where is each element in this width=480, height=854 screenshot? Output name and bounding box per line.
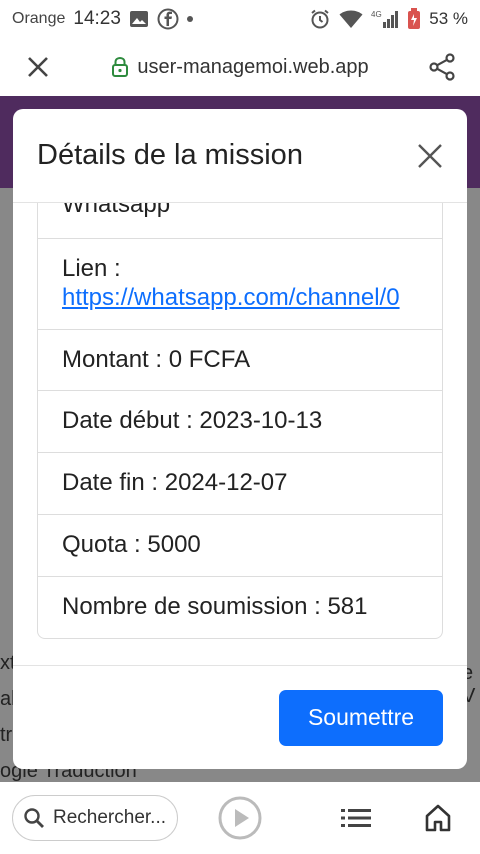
- signal-icon: 4G: [371, 9, 399, 29]
- list-item: Nombre de soumission : 581: [38, 577, 442, 638]
- mission-end-date: Date fin : 2024-12-07: [62, 469, 288, 497]
- play-icon: [218, 796, 262, 840]
- share-icon: [429, 53, 455, 81]
- notification-dot-icon: [186, 16, 193, 22]
- list-item: Quota : 5000: [38, 515, 442, 577]
- modal-close-button[interactable]: [413, 139, 447, 173]
- home-button[interactable]: [408, 788, 468, 848]
- submit-button[interactable]: Soumettre: [279, 689, 443, 746]
- status-bar: Orange 14:23 4G 53 %: [0, 0, 480, 38]
- clock: 14:23: [73, 8, 121, 29]
- modal-header: Détails de la mission: [13, 109, 467, 203]
- mission-link[interactable]: https://whatsapp.com/channel/0: [62, 284, 418, 313]
- mission-start-date: Date début : 2023-10-13: [62, 407, 323, 435]
- wifi-icon: [339, 9, 363, 29]
- list-icon: [341, 809, 371, 827]
- mission-quota: Quota : 5000: [62, 530, 201, 558]
- gallery-icon: [129, 9, 149, 29]
- list-item: Date fin : 2024-12-07: [38, 453, 442, 515]
- close-icon: [418, 144, 442, 168]
- list-item: Date début : 2023-10-13: [38, 391, 442, 454]
- mission-amount: Montant : 0 FCFA: [62, 345, 251, 373]
- list-item: Lien : https://whatsapp.com/channel/0: [38, 239, 442, 330]
- list-item: Montant : 0 FCFA: [38, 330, 442, 392]
- facebook-icon: [157, 8, 179, 30]
- battery-icon: [407, 8, 421, 30]
- play-button[interactable]: [210, 788, 270, 848]
- menu-list-button[interactable]: [326, 788, 386, 848]
- mission-platform: Whatsapp: [62, 203, 171, 218]
- mission-details-list: Whatsapp Lien : https://whatsapp.com/cha…: [37, 203, 443, 639]
- modal-footer: Soumettre: [13, 665, 467, 769]
- close-icon: [28, 57, 48, 77]
- mission-submission-count: Nombre de soumission : 581: [62, 592, 368, 620]
- modal-title: Détails de la mission: [37, 139, 303, 171]
- url-text: user-managemoi.web.app: [137, 55, 369, 78]
- search-placeholder: Rechercher...: [53, 807, 166, 828]
- close-tab-button[interactable]: [18, 47, 58, 87]
- alarm-icon: [309, 8, 331, 30]
- modal-body[interactable]: Whatsapp Lien : https://whatsapp.com/cha…: [13, 203, 467, 665]
- share-button[interactable]: [422, 47, 462, 87]
- lock-icon: [112, 56, 129, 77]
- list-item: Whatsapp: [38, 203, 442, 239]
- search-input[interactable]: Rechercher...: [12, 795, 178, 841]
- browser-toolbar: user-managemoi.web.app: [0, 38, 480, 96]
- search-icon: [24, 808, 44, 828]
- home-icon: [425, 804, 451, 832]
- bottom-navigation: Rechercher...: [0, 782, 480, 854]
- url-bar[interactable]: user-managemoi.web.app: [58, 56, 422, 79]
- mission-details-modal: Détails de la mission Whatsapp Lien : ht…: [13, 109, 467, 769]
- link-label: Lien :: [62, 255, 121, 282]
- battery-percentage: 53 %: [429, 9, 468, 28]
- carrier-name: Orange: [12, 10, 66, 27]
- svg-text:4G: 4G: [371, 10, 382, 19]
